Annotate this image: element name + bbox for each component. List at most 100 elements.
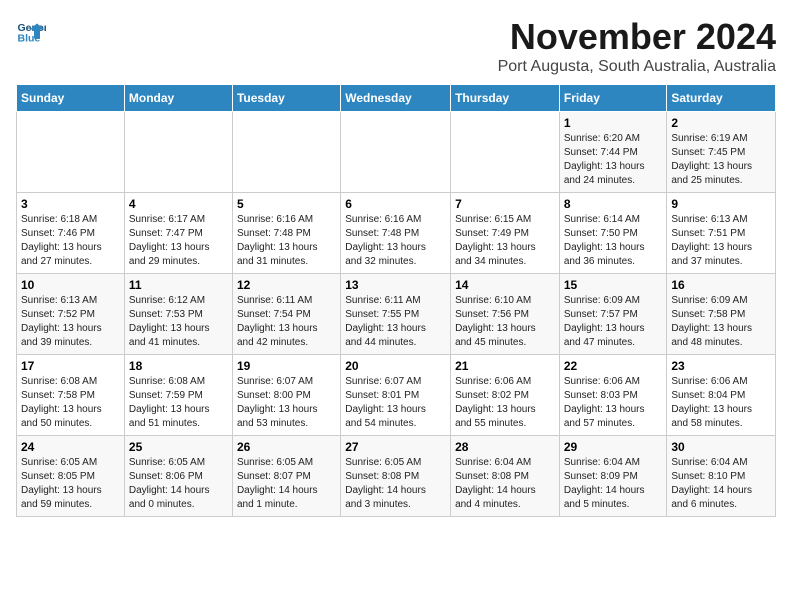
day-info: Sunrise: 6:08 AM Sunset: 7:59 PM Dayligh… xyxy=(129,375,228,431)
day-number: 21 xyxy=(455,359,555,373)
weekday-header-cell: Monday xyxy=(124,85,232,112)
day-info: Sunrise: 6:09 AM Sunset: 7:57 PM Dayligh… xyxy=(564,294,663,350)
day-number: 28 xyxy=(455,440,555,454)
day-info: Sunrise: 6:06 AM Sunset: 8:02 PM Dayligh… xyxy=(455,375,555,431)
page-header: General Blue November 2024 Port Augusta,… xyxy=(16,16,776,76)
calendar-cell: 17 Sunrise: 6:08 AM Sunset: 7:58 PM Dayli… xyxy=(17,355,125,436)
day-info: Sunrise: 6:20 AM Sunset: 7:44 PM Dayligh… xyxy=(564,132,663,188)
day-info: Sunrise: 6:13 AM Sunset: 7:52 PM Dayligh… xyxy=(21,294,120,350)
calendar-cell xyxy=(124,112,232,193)
weekday-header-cell: Friday xyxy=(559,85,667,112)
day-info: Sunrise: 6:14 AM Sunset: 7:50 PM Dayligh… xyxy=(564,213,663,269)
weekday-header-row: SundayMondayTuesdayWednesdayThursdayFrid… xyxy=(17,85,776,112)
calendar-title: November 2024 xyxy=(498,16,776,58)
calendar-cell: 1 Sunrise: 6:20 AM Sunset: 7:44 PM Daylig… xyxy=(559,112,667,193)
calendar-cell: 13Sunrise: 6:11 AM Sunset: 7:55 PM Dayli… xyxy=(341,274,451,355)
day-number: 29 xyxy=(564,440,663,454)
day-number: 11 xyxy=(129,278,228,292)
day-info: Sunrise: 6:11 AM Sunset: 7:54 PM Dayligh… xyxy=(237,294,336,350)
day-info: Sunrise: 6:08 AM Sunset: 7:58 PM Dayligh… xyxy=(21,375,120,431)
day-number: 23 xyxy=(671,359,771,373)
calendar-cell: 4 Sunrise: 6:17 AM Sunset: 7:47 PM Daylig… xyxy=(124,193,232,274)
title-area: November 2024 Port Augusta, South Austra… xyxy=(498,16,776,76)
day-number: 12 xyxy=(237,278,336,292)
calendar-cell xyxy=(232,112,340,193)
calendar-cell xyxy=(451,112,560,193)
day-info: Sunrise: 6:16 AM Sunset: 7:48 PM Dayligh… xyxy=(237,213,336,269)
calendar-cell: 22 Sunrise: 6:06 AM Sunset: 8:03 PM Dayli… xyxy=(559,355,667,436)
calendar-cell: 12 Sunrise: 6:11 AM Sunset: 7:54 PM Dayli… xyxy=(232,274,340,355)
calendar-cell: 7Sunrise: 6:15 AM Sunset: 7:49 PM Daylig… xyxy=(451,193,560,274)
calendar-week-row: 3Sunrise: 6:18 AM Sunset: 7:46 PM Daylig… xyxy=(17,193,776,274)
day-info: Sunrise: 6:06 AM Sunset: 8:03 PM Dayligh… xyxy=(564,375,663,431)
calendar-cell: 26 Sunrise: 6:05 AM Sunset: 8:07 PM Dayli… xyxy=(232,436,340,517)
day-number: 8 xyxy=(564,197,663,211)
logo: General Blue xyxy=(16,16,46,46)
calendar-cell xyxy=(17,112,125,193)
day-info: Sunrise: 6:05 AM Sunset: 8:06 PM Dayligh… xyxy=(129,456,228,512)
day-number: 25 xyxy=(129,440,228,454)
calendar-cell xyxy=(341,112,451,193)
calendar-week-row: 1 Sunrise: 6:20 AM Sunset: 7:44 PM Daylig… xyxy=(17,112,776,193)
calendar-cell: 29 Sunrise: 6:04 AM Sunset: 8:09 PM Dayli… xyxy=(559,436,667,517)
calendar-cell: 21 Sunrise: 6:06 AM Sunset: 8:02 PM Dayli… xyxy=(451,355,560,436)
day-info: Sunrise: 6:07 AM Sunset: 8:01 PM Dayligh… xyxy=(345,375,446,431)
day-number: 14 xyxy=(455,278,555,292)
day-info: Sunrise: 6:09 AM Sunset: 7:58 PM Dayligh… xyxy=(671,294,771,350)
day-number: 18 xyxy=(129,359,228,373)
day-number: 26 xyxy=(237,440,336,454)
day-info: Sunrise: 6:19 AM Sunset: 7:45 PM Dayligh… xyxy=(671,132,771,188)
weekday-header-cell: Wednesday xyxy=(341,85,451,112)
day-number: 4 xyxy=(129,197,228,211)
day-info: Sunrise: 6:12 AM Sunset: 7:53 PM Dayligh… xyxy=(129,294,228,350)
calendar-cell: 16 Sunrise: 6:09 AM Sunset: 7:58 PM Dayli… xyxy=(667,274,776,355)
day-info: Sunrise: 6:11 AM Sunset: 7:55 PM Dayligh… xyxy=(345,294,446,350)
day-number: 19 xyxy=(237,359,336,373)
day-number: 30 xyxy=(671,440,771,454)
day-info: Sunrise: 6:05 AM Sunset: 8:08 PM Dayligh… xyxy=(345,456,446,512)
weekday-header-cell: Tuesday xyxy=(232,85,340,112)
calendar-cell: 14 Sunrise: 6:10 AM Sunset: 7:56 PM Dayli… xyxy=(451,274,560,355)
calendar-cell: 28 Sunrise: 6:04 AM Sunset: 8:08 PM Dayli… xyxy=(451,436,560,517)
calendar-cell: 3Sunrise: 6:18 AM Sunset: 7:46 PM Daylig… xyxy=(17,193,125,274)
day-info: Sunrise: 6:04 AM Sunset: 8:09 PM Dayligh… xyxy=(564,456,663,512)
day-number: 3 xyxy=(21,197,120,211)
calendar-body: 1 Sunrise: 6:20 AM Sunset: 7:44 PM Daylig… xyxy=(17,112,776,517)
day-info: Sunrise: 6:06 AM Sunset: 8:04 PM Dayligh… xyxy=(671,375,771,431)
day-number: 22 xyxy=(564,359,663,373)
day-number: 16 xyxy=(671,278,771,292)
day-number: 2 xyxy=(671,116,771,130)
day-number: 24 xyxy=(21,440,120,454)
calendar-cell: 10Sunrise: 6:13 AM Sunset: 7:52 PM Dayli… xyxy=(17,274,125,355)
day-number: 17 xyxy=(21,359,120,373)
day-info: Sunrise: 6:16 AM Sunset: 7:48 PM Dayligh… xyxy=(345,213,446,269)
calendar-cell: 8 Sunrise: 6:14 AM Sunset: 7:50 PM Daylig… xyxy=(559,193,667,274)
day-info: Sunrise: 6:07 AM Sunset: 8:00 PM Dayligh… xyxy=(237,375,336,431)
calendar-cell: 5Sunrise: 6:16 AM Sunset: 7:48 PM Daylig… xyxy=(232,193,340,274)
calendar-subtitle: Port Augusta, South Australia, Australia xyxy=(498,58,776,76)
calendar-cell: 24 Sunrise: 6:05 AM Sunset: 8:05 PM Dayli… xyxy=(17,436,125,517)
calendar-cell: 20Sunrise: 6:07 AM Sunset: 8:01 PM Dayli… xyxy=(341,355,451,436)
weekday-header-cell: Sunday xyxy=(17,85,125,112)
day-info: Sunrise: 6:13 AM Sunset: 7:51 PM Dayligh… xyxy=(671,213,771,269)
day-info: Sunrise: 6:10 AM Sunset: 7:56 PM Dayligh… xyxy=(455,294,555,350)
day-number: 7 xyxy=(455,197,555,211)
day-info: Sunrise: 6:04 AM Sunset: 8:08 PM Dayligh… xyxy=(455,456,555,512)
day-number: 1 xyxy=(564,116,663,130)
day-info: Sunrise: 6:04 AM Sunset: 8:10 PM Dayligh… xyxy=(671,456,771,512)
day-info: Sunrise: 6:05 AM Sunset: 8:05 PM Dayligh… xyxy=(21,456,120,512)
calendar-cell: 6Sunrise: 6:16 AM Sunset: 7:48 PM Daylig… xyxy=(341,193,451,274)
calendar-cell: 18 Sunrise: 6:08 AM Sunset: 7:59 PM Dayli… xyxy=(124,355,232,436)
logo-icon: General Blue xyxy=(16,16,46,46)
calendar-cell: 27Sunrise: 6:05 AM Sunset: 8:08 PM Dayli… xyxy=(341,436,451,517)
day-info: Sunrise: 6:17 AM Sunset: 7:47 PM Dayligh… xyxy=(129,213,228,269)
weekday-header-cell: Thursday xyxy=(451,85,560,112)
calendar-cell: 15Sunrise: 6:09 AM Sunset: 7:57 PM Dayli… xyxy=(559,274,667,355)
calendar-week-row: 24 Sunrise: 6:05 AM Sunset: 8:05 PM Dayli… xyxy=(17,436,776,517)
calendar-cell: 2 Sunrise: 6:19 AM Sunset: 7:45 PM Daylig… xyxy=(667,112,776,193)
day-info: Sunrise: 6:05 AM Sunset: 8:07 PM Dayligh… xyxy=(237,456,336,512)
calendar-cell: 9 Sunrise: 6:13 AM Sunset: 7:51 PM Daylig… xyxy=(667,193,776,274)
calendar-cell: 25 Sunrise: 6:05 AM Sunset: 8:06 PM Dayli… xyxy=(124,436,232,517)
day-number: 9 xyxy=(671,197,771,211)
calendar-cell: 19 Sunrise: 6:07 AM Sunset: 8:00 PM Dayli… xyxy=(232,355,340,436)
